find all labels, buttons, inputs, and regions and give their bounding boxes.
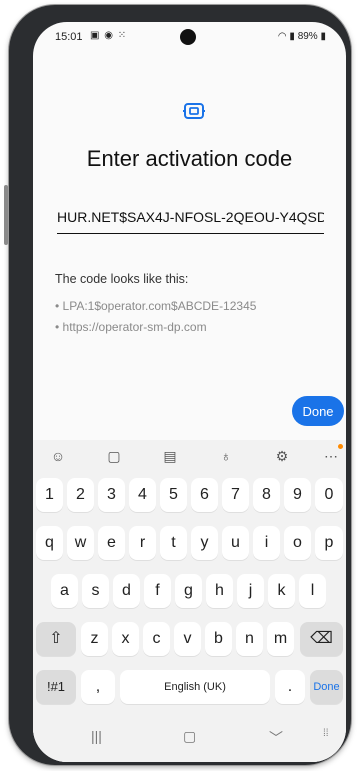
space-key[interactable]: English (UK) <box>120 670 270 704</box>
key-g[interactable]: g <box>175 574 202 608</box>
key-d[interactable]: d <box>113 574 140 608</box>
key-x[interactable]: x <box>112 622 139 656</box>
key-z[interactable]: z <box>81 622 108 656</box>
backspace-key[interactable]: ⌫ <box>300 622 343 656</box>
status-right: ◠ ▮ 89% ▮ <box>278 31 326 42</box>
hint-heading: The code looks like this: <box>55 272 189 286</box>
key-e[interactable]: e <box>98 526 125 560</box>
key-6[interactable]: 6 <box>191 478 218 512</box>
symbols-key[interactable]: !#1 <box>36 670 76 704</box>
emoji-icon[interactable]: ☺ <box>47 448 69 466</box>
mic-icon[interactable]: ♁ <box>215 448 237 466</box>
phone-frame: 15:01 ▣ ◉ ⁙ ◠ ▮ 89% ▮ Enter activation c… <box>4 5 351 765</box>
keyboard-toolbar: ☺ ▢ ▤ ♁ ⚙ ⋯ <box>33 440 346 474</box>
key-o[interactable]: o <box>284 526 311 560</box>
keyboard-hide-icon[interactable]: ﹀ <box>269 728 283 748</box>
more-icon[interactable]: ⋯ <box>320 448 342 466</box>
key-r[interactable]: r <box>129 526 156 560</box>
key-7[interactable]: 7 <box>222 478 249 512</box>
clipboard-icon[interactable]: ▢ <box>103 448 125 466</box>
settings-icon[interactable]: ⚙ <box>271 448 293 466</box>
status-time: 15:01 <box>55 31 83 43</box>
key-1[interactable]: 1 <box>36 478 63 512</box>
signal-icon: ▮ <box>289 31 295 42</box>
activation-code-value: HUR.NET$SAX4J-NFOSL-2QEOU-Y4QSD <box>57 209 324 225</box>
period-key[interactable]: . <box>275 670 305 704</box>
key-v[interactable]: v <box>174 622 201 656</box>
key-k[interactable]: k <box>268 574 295 608</box>
backspace-icon: ⌫ <box>310 630 333 647</box>
screen: 15:01 ▣ ◉ ⁙ ◠ ▮ 89% ▮ Enter activation c… <box>33 22 346 762</box>
esim-icon <box>183 103 205 119</box>
key-n[interactable]: n <box>236 622 263 656</box>
key-y[interactable]: y <box>191 526 218 560</box>
status-notification-icons: ▣ ◉ ⁙ <box>90 30 128 41</box>
hint-example-1: • LPA:1$operator.com$ABCDE-12345 <box>55 299 257 313</box>
comma-key[interactable]: , <box>81 670 115 704</box>
recents-icon[interactable]: ||| <box>91 728 102 744</box>
shift-key[interactable]: ⇧ <box>36 622 76 656</box>
key-p[interactable]: p <box>315 526 343 560</box>
activation-code-input[interactable]: HUR.NET$SAX4J-NFOSL-2QEOU-Y4QSD <box>57 209 324 234</box>
battery-icon: ▮ <box>320 31 326 42</box>
key-5[interactable]: 5 <box>160 478 187 512</box>
battery-percent: 89% <box>297 31 318 42</box>
key-t[interactable]: t <box>160 526 187 560</box>
key-u[interactable]: u <box>222 526 249 560</box>
text-edit-icon[interactable]: ▤ <box>159 448 181 466</box>
key-q[interactable]: q <box>36 526 63 560</box>
home-icon[interactable]: ▢ <box>183 728 196 745</box>
key-2[interactable]: 2 <box>67 478 94 512</box>
status-bar: 15:01 ▣ ◉ ⁙ ◠ ▮ 89% ▮ <box>33 22 346 52</box>
key-9[interactable]: 9 <box>284 478 311 512</box>
hint-example-2: • https://operator-sm-dp.com <box>55 320 207 334</box>
key-w[interactable]: w <box>67 526 94 560</box>
key-b[interactable]: b <box>205 622 232 656</box>
notification-dot <box>338 444 343 449</box>
key-j[interactable]: j <box>237 574 264 608</box>
page-title: Enter activation code <box>86 146 293 171</box>
key-0[interactable]: 0 <box>315 478 343 512</box>
shift-icon: ⇧ <box>49 630 63 647</box>
key-c[interactable]: c <box>143 622 170 656</box>
key-a[interactable]: a <box>51 574 78 608</box>
keyboard-done-key[interactable]: Done <box>310 670 343 704</box>
key-h[interactable]: h <box>206 574 233 608</box>
key-3[interactable]: 3 <box>98 478 125 512</box>
navigation-bar: ||| ▢ ﹀ ⁞⁞ <box>33 716 346 762</box>
keyboard: ☺ ▢ ▤ ♁ ⚙ ⋯ 1 2 3 4 5 6 7 8 9 0 q w e r <box>33 440 346 762</box>
keyboard-switch-icon[interactable]: ⁞⁞ <box>323 728 329 739</box>
key-l[interactable]: l <box>299 574 326 608</box>
wifi-icon: ◠ <box>277 31 287 42</box>
key-m[interactable]: m <box>267 622 294 656</box>
key-8[interactable]: 8 <box>253 478 280 512</box>
key-i[interactable]: i <box>253 526 280 560</box>
key-4[interactable]: 4 <box>129 478 156 512</box>
front-camera <box>180 29 196 45</box>
key-f[interactable]: f <box>144 574 171 608</box>
key-s[interactable]: s <box>82 574 109 608</box>
done-button[interactable]: Done <box>292 396 344 426</box>
